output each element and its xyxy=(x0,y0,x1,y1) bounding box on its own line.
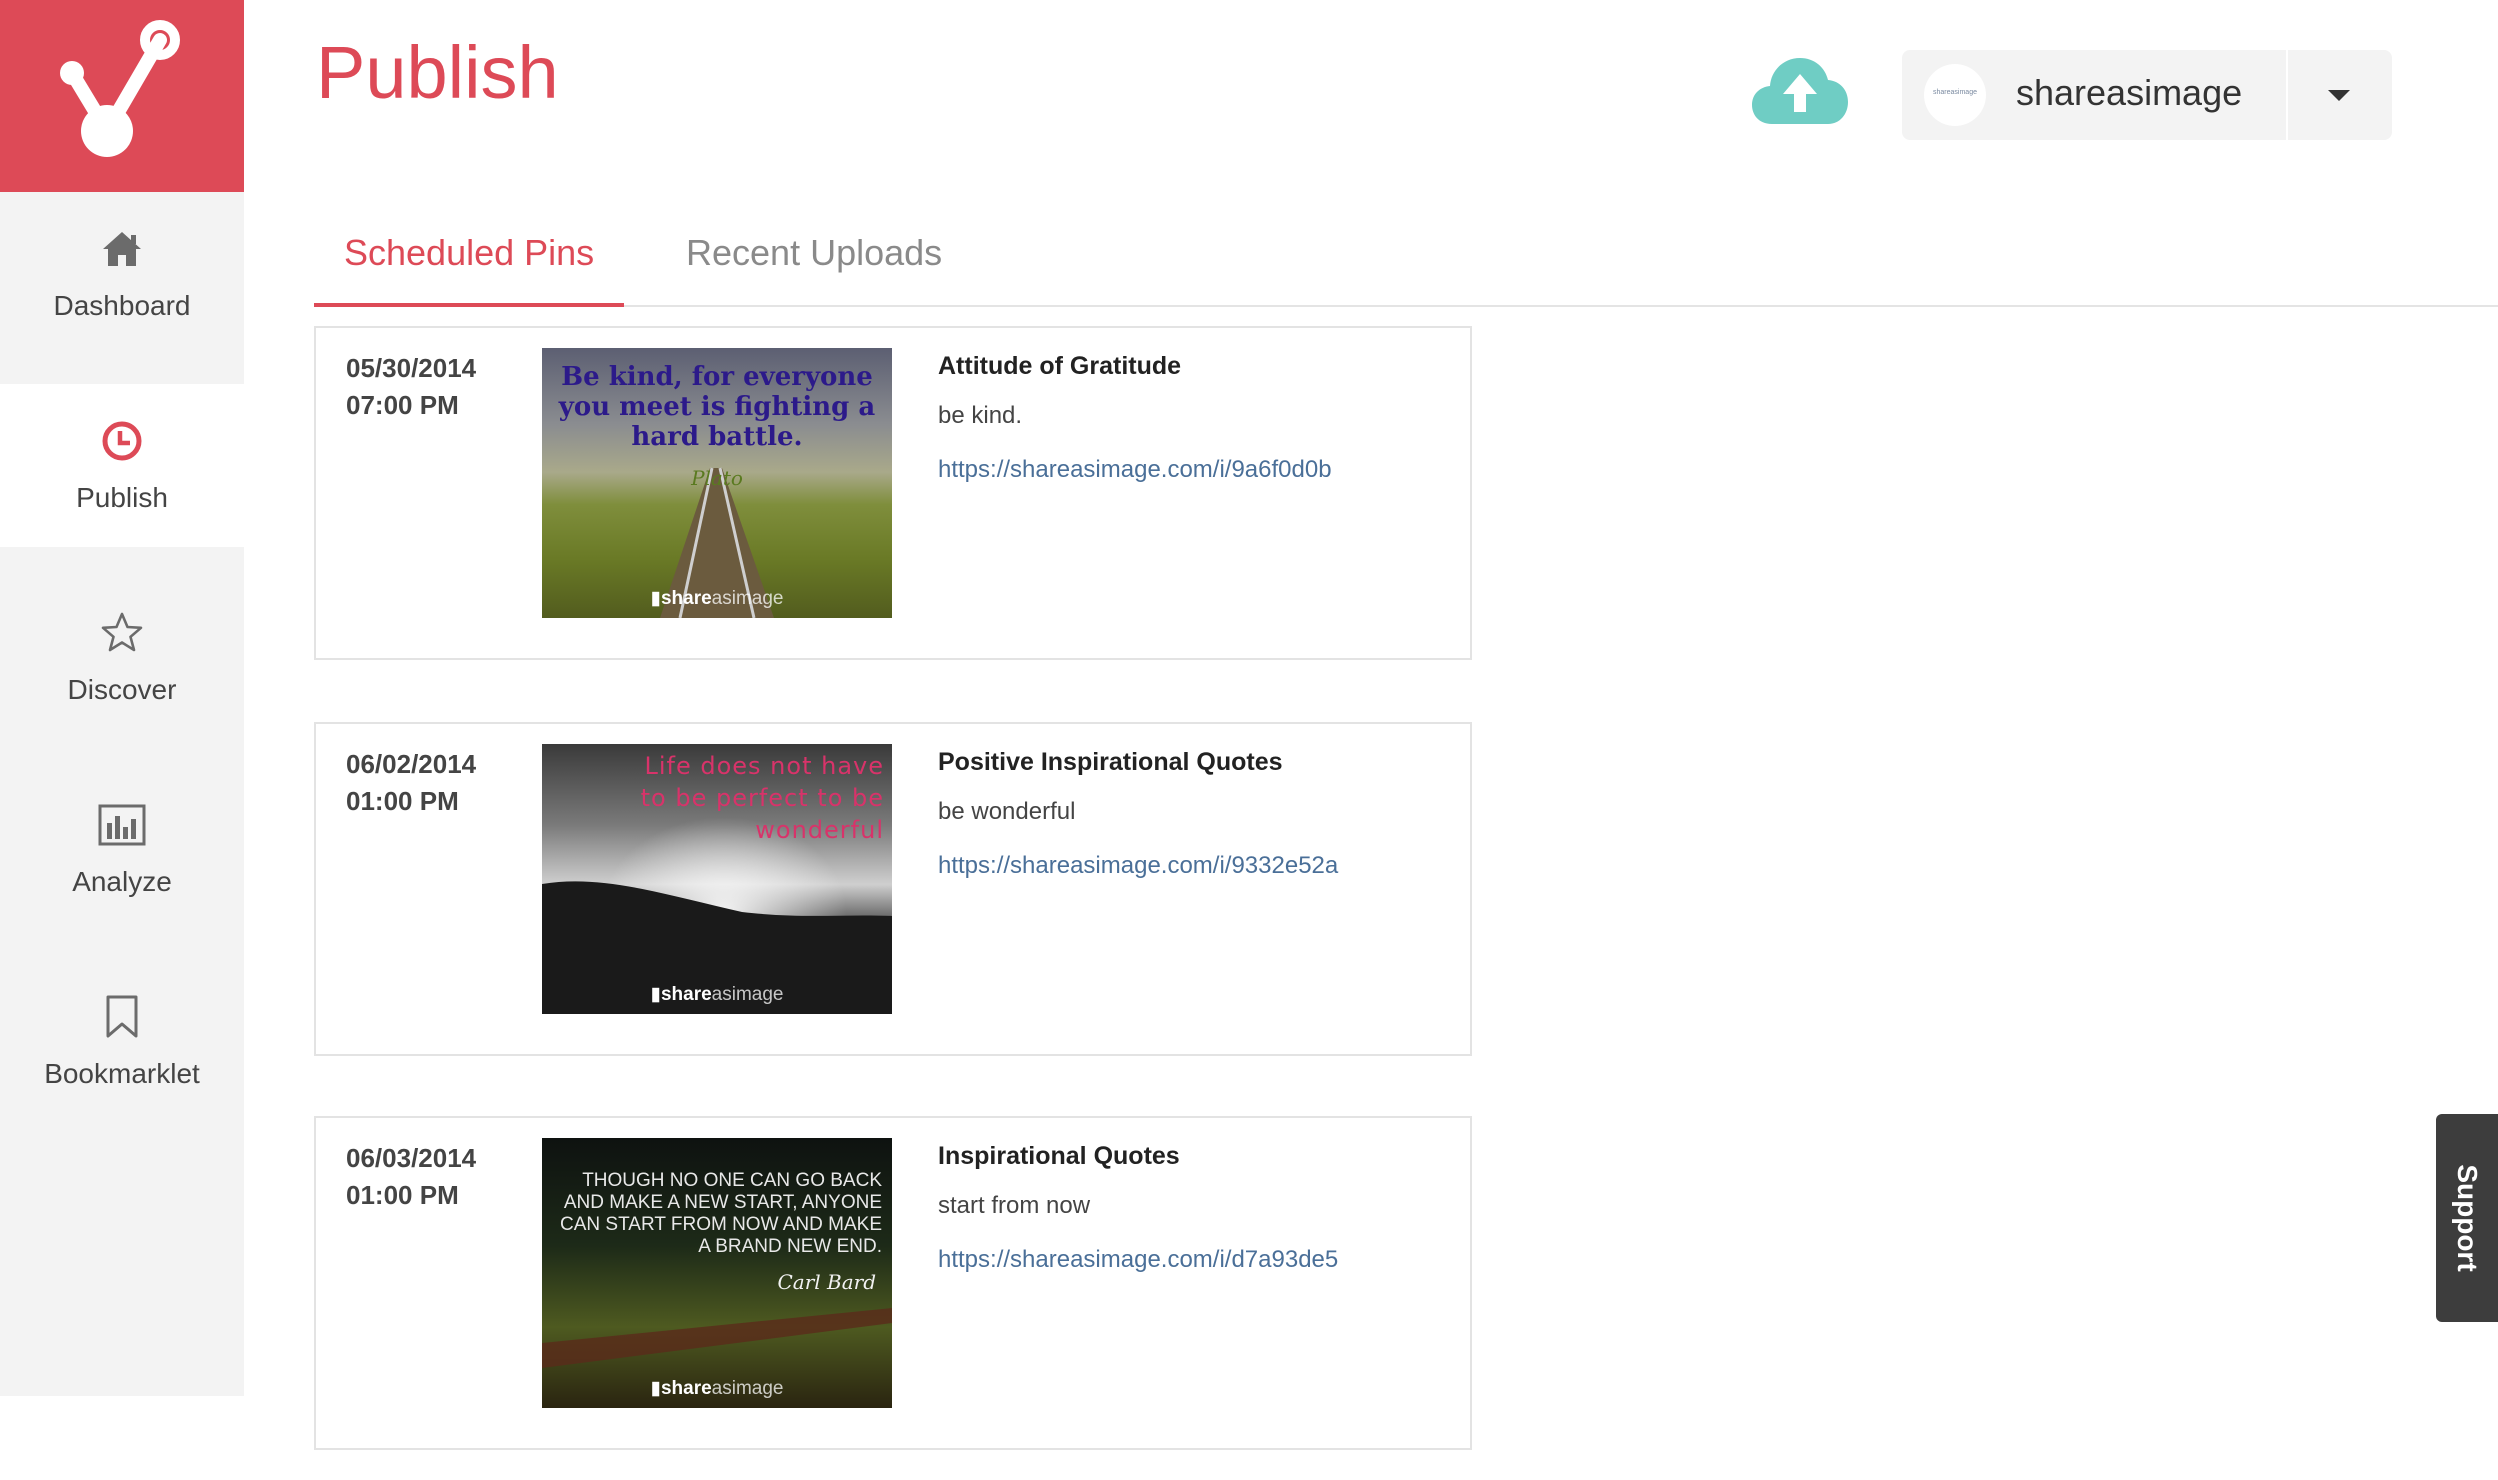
cloud-upload-icon[interactable] xyxy=(1750,52,1850,133)
pin-link[interactable]: https://shareasimage.com/i/9332e52a xyxy=(938,852,1338,880)
image-quote-author: Plato xyxy=(691,466,743,490)
support-tab[interactable]: Support xyxy=(2436,1114,2498,1322)
caret-down-icon xyxy=(2328,90,2350,101)
sidebar-item-label: Publish xyxy=(76,482,168,513)
star-icon xyxy=(0,608,244,658)
account-dropdown-button[interactable] xyxy=(2286,50,2392,140)
tab-bar: Scheduled Pins Recent Uploads xyxy=(314,215,2498,307)
bookmark-icon xyxy=(0,992,244,1042)
app-logo[interactable] xyxy=(0,0,244,192)
schedule-datetime: 06/03/2014 01:00 PM xyxy=(346,1140,476,1214)
pin-title: Attitude of Gratitude xyxy=(938,352,1182,380)
sidebar-item-dashboard[interactable]: Dashboard xyxy=(0,192,244,384)
account-switcher[interactable]: shareasimage shareasimage xyxy=(1902,50,2392,140)
pin-description: be wonderful xyxy=(938,798,1076,825)
image-quote-text: Be kind, for everyone you meet is fighti… xyxy=(558,362,876,452)
schedule-date: 06/03/2014 xyxy=(346,1143,477,1173)
pin-image[interactable]: Life does not have to be perfect to be w… xyxy=(542,744,892,1014)
bar-chart-icon xyxy=(0,800,244,850)
image-quote-author: Carl Bard xyxy=(777,1270,876,1294)
avatar: shareasimage xyxy=(1924,64,1986,126)
logo-icon xyxy=(60,20,180,157)
watermark: ▮shareasimage xyxy=(650,984,784,1005)
schedule-date: 05/30/2014 xyxy=(346,353,477,383)
sidebar-item-label: Dashboard xyxy=(53,290,191,321)
pin-description: be kind. xyxy=(938,402,1023,429)
support-label: Support xyxy=(2452,1164,2483,1272)
watermark: ▮shareasimage xyxy=(650,588,784,609)
scheduled-pin-card: 06/03/2014 01:00 PM THOUGH NO ONE CAN GO… xyxy=(314,1116,1472,1450)
image-quote-text: Life does not have to be perfect to be w… xyxy=(640,752,884,844)
pin-title: Inspirational Quotes xyxy=(938,1142,1180,1170)
pin-title: Positive Inspirational Quotes xyxy=(938,748,1283,776)
scheduled-pin-card: 06/02/2014 01:00 PM Life does not have t… xyxy=(314,722,1472,1056)
pin-link[interactable]: https://shareasimage.com/i/d7a93de5 xyxy=(938,1246,1338,1274)
pin-image[interactable]: THOUGH NO ONE CAN GO BACK AND MAKE A NEW… xyxy=(542,1138,892,1408)
schedule-datetime: 05/30/2014 07:00 PM xyxy=(346,350,476,424)
pin-link[interactable]: https://shareasimage.com/i/9a6f0d0b xyxy=(938,456,1332,484)
sidebar-item-bookmarklet[interactable]: Bookmarklet xyxy=(0,960,244,1152)
watermark: ▮shareasimage xyxy=(650,1378,784,1399)
schedule-date: 06/02/2014 xyxy=(346,749,477,779)
scheduled-pin-card: 05/30/2014 07:00 PM Be kind, for everyon… xyxy=(314,326,1472,660)
page-title: Publish xyxy=(316,31,559,114)
account-name: shareasimage xyxy=(2016,72,2243,113)
sidebar-item-analyze[interactable]: Analyze xyxy=(0,768,244,960)
image-quote-text: THOUGH NO ONE CAN GO BACK AND MAKE A NEW… xyxy=(560,1170,882,1257)
clock-icon xyxy=(0,416,244,466)
schedule-time: 01:00 PM xyxy=(346,786,459,816)
pin-image[interactable]: Be kind, for everyone you meet is fighti… xyxy=(542,348,892,618)
sidebar-item-discover[interactable]: Discover xyxy=(0,576,244,768)
schedule-time: 07:00 PM xyxy=(346,390,459,420)
sidebar-item-label: Discover xyxy=(67,674,177,705)
sidebar-item-label: Analyze xyxy=(72,866,172,897)
pin-description: start from now xyxy=(938,1192,1091,1219)
tab-recent-uploads[interactable]: Recent Uploads xyxy=(656,235,972,303)
schedule-datetime: 06/02/2014 01:00 PM xyxy=(346,746,476,820)
sidebar: Dashboard Publish Discover Analyze Bookm… xyxy=(0,0,244,1396)
schedule-time: 01:00 PM xyxy=(346,1180,459,1210)
home-icon xyxy=(0,224,244,274)
tab-scheduled-pins[interactable]: Scheduled Pins xyxy=(314,235,625,307)
sidebar-item-publish[interactable]: Publish xyxy=(0,384,244,547)
sidebar-item-label: Bookmarklet xyxy=(44,1058,200,1089)
